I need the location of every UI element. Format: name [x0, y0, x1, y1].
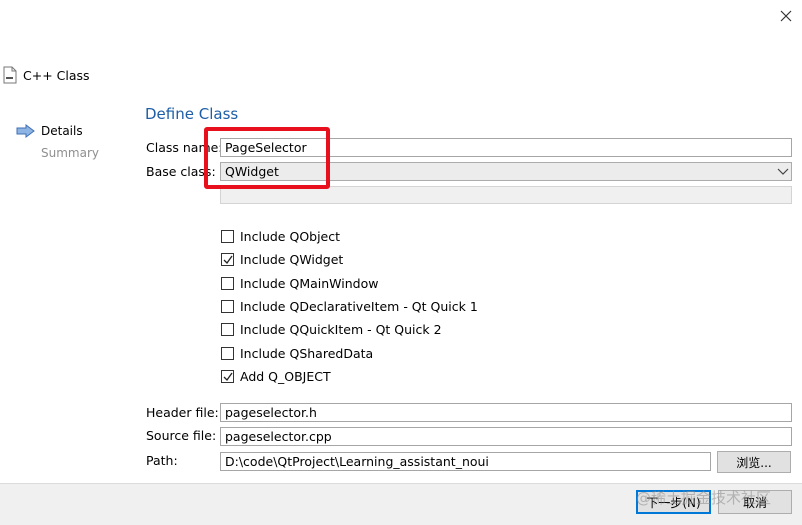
file-icon: [3, 66, 17, 84]
checkbox-box[interactable]: [221, 370, 234, 383]
checkbox-box[interactable]: [221, 300, 234, 313]
header-file-label: Header file:: [146, 405, 219, 420]
include-qdeclarativeitem-checkbox[interactable]: Include QDeclarativeItem - Qt Quick 1: [221, 299, 478, 314]
wizard-title: C++ Class: [23, 67, 90, 83]
checkmark-icon: [223, 255, 233, 264]
include-qshareddata-checkbox[interactable]: Include QSharedData: [221, 346, 373, 361]
arrow-right-icon: [16, 124, 35, 138]
section-title: Define Class: [145, 105, 239, 123]
step-label: Summary: [41, 146, 99, 160]
include-qobject-checkbox[interactable]: Include QObject: [221, 229, 340, 244]
next-button[interactable]: 下一步(N): [636, 490, 711, 514]
step-details: Details: [16, 120, 99, 142]
step-label: Details: [41, 124, 83, 138]
path-input[interactable]: D:\code\QtProject\Learning_assistant_nou…: [220, 452, 711, 471]
checkbox-box[interactable]: [221, 323, 234, 336]
browse-button[interactable]: 浏览...: [717, 451, 791, 473]
include-qquickitem-checkbox[interactable]: Include QQuickItem - Qt Quick 2: [221, 322, 442, 337]
checkbox-box[interactable]: [221, 277, 234, 290]
header-file-input[interactable]: pageselector.h: [220, 403, 792, 422]
close-button[interactable]: [772, 4, 800, 28]
checkbox-box[interactable]: [221, 253, 234, 266]
checkbox-box[interactable]: [221, 230, 234, 243]
chevron-down-icon: [777, 168, 789, 175]
include-qwidget-checkbox[interactable]: Include QWidget: [221, 252, 343, 267]
checkbox-label: Include QWidget: [240, 252, 344, 267]
checkbox-label: Include QObject: [240, 229, 341, 244]
checkbox-label: Include QDeclarativeItem - Qt Quick 1: [240, 299, 478, 314]
step-summary: Summary: [16, 142, 99, 164]
wizard-header: C++ Class: [3, 66, 90, 84]
checkbox-label: Include QSharedData: [240, 346, 374, 361]
checkbox-label: Add Q_OBJECT: [240, 369, 331, 384]
wizard-steps: Details Summary: [16, 120, 99, 164]
cancel-button[interactable]: 取消: [718, 490, 792, 514]
checkmark-icon: [223, 372, 233, 381]
highlight-box: [204, 127, 330, 189]
source-file-input[interactable]: pageselector.cpp: [220, 427, 792, 446]
source-file-label: Source file:: [146, 428, 217, 443]
checkbox-label: Include QQuickItem - Qt Quick 2: [240, 322, 442, 337]
checkbox-label: Include QMainWindow: [240, 276, 379, 291]
close-icon: [780, 10, 792, 22]
checkbox-box[interactable]: [221, 347, 234, 360]
path-label: Path:: [146, 453, 178, 468]
add-q-object-checkbox[interactable]: Add Q_OBJECT: [221, 369, 331, 384]
include-qmainwindow-checkbox[interactable]: Include QMainWindow: [221, 276, 378, 291]
